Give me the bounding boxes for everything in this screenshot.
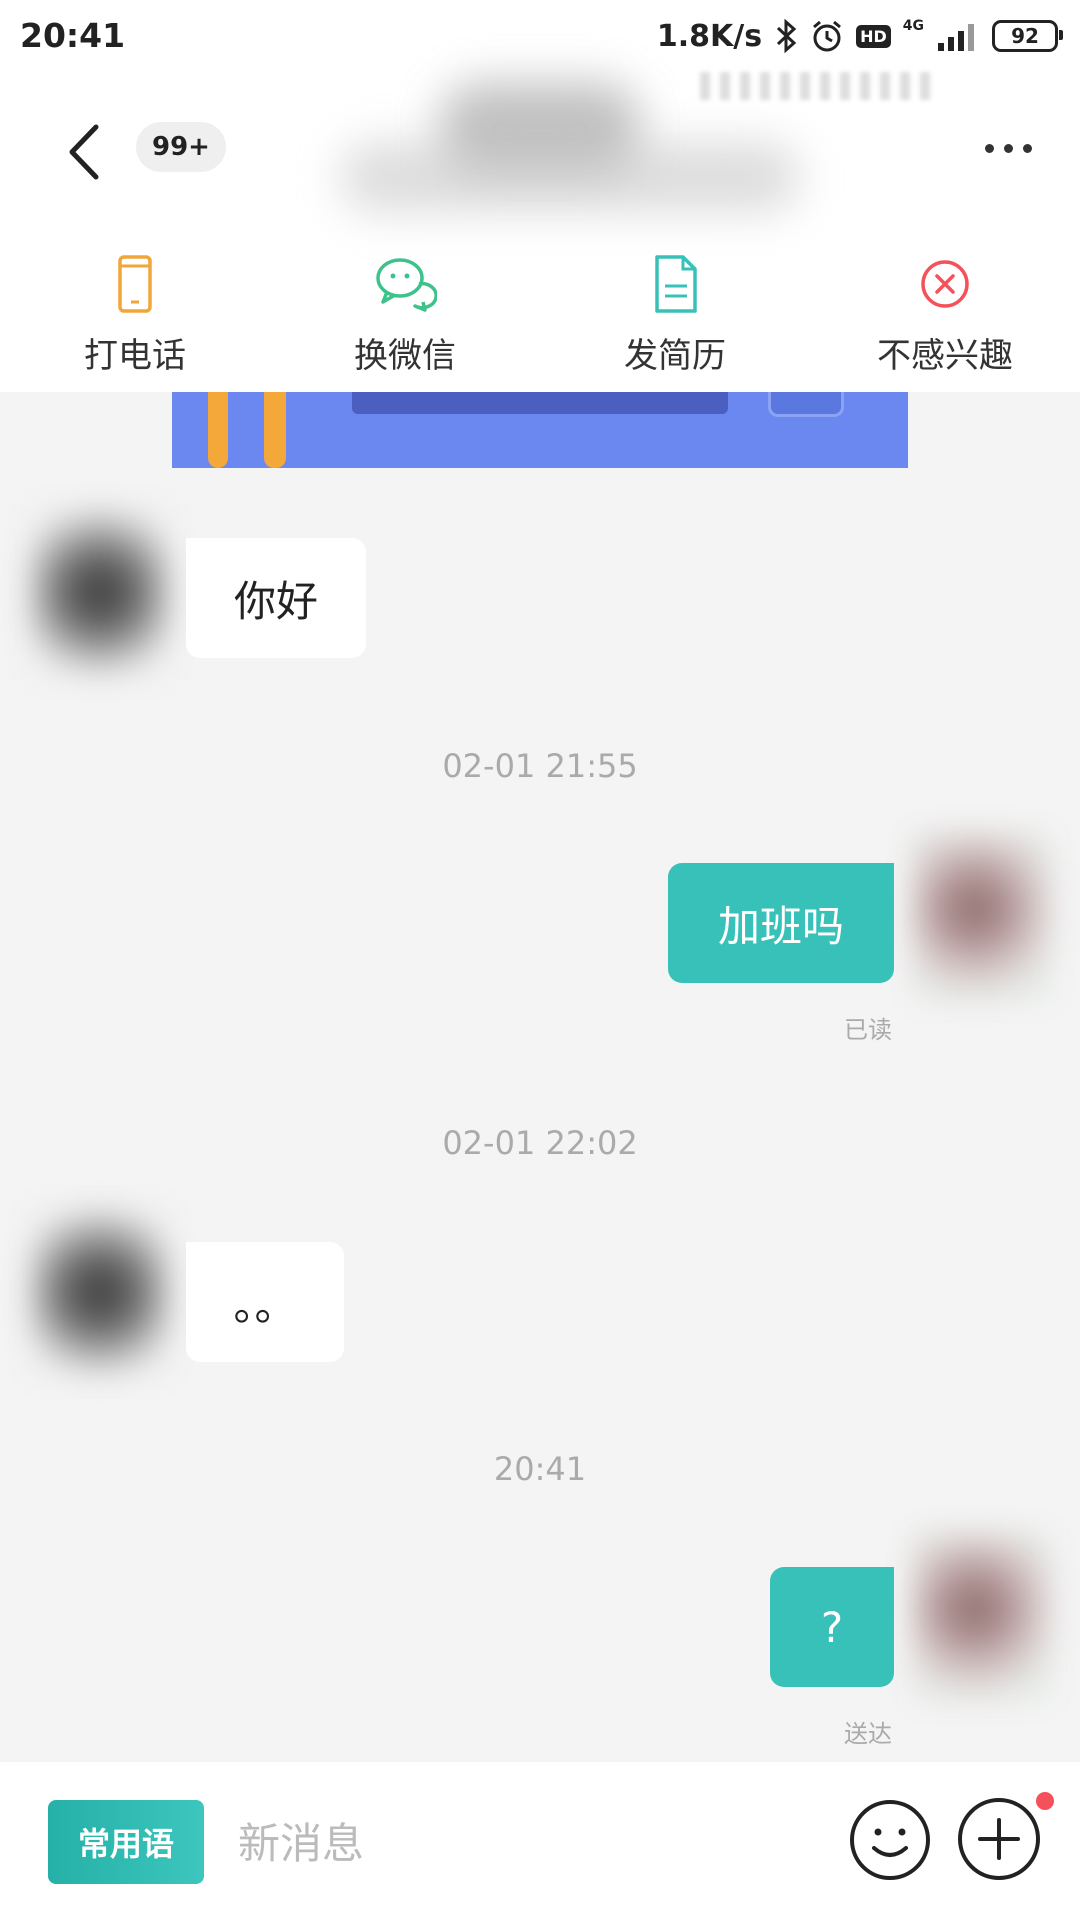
quick-actions: 打电话 换微信 发简历 不感兴趣 <box>0 242 1080 392</box>
chat-header: 99+ 打电话 换微信 发简历 不感兴趣 <box>0 72 1080 392</box>
status-time: 20:41 <box>20 16 126 55</box>
bluetooth-icon <box>777 19 797 53</box>
avatar[interactable] <box>30 507 170 677</box>
delivery-status: 送达 <box>844 1720 892 1748</box>
action-send-resume[interactable]: 发简历 <box>540 242 810 392</box>
action-not-interested[interactable]: 不感兴趣 <box>810 242 1080 392</box>
message-bubble-incoming[interactable]: 。。 <box>186 1242 344 1362</box>
emoji-icon[interactable] <box>848 1798 932 1882</box>
battery-level: 92 <box>1011 24 1039 48</box>
notification-dot <box>1036 1792 1054 1810</box>
signal-icon <box>938 24 974 51</box>
message-bubble-outgoing[interactable]: 加班吗 <box>668 863 894 983</box>
avatar[interactable] <box>30 1207 170 1377</box>
contact-name-blurred <box>260 72 940 242</box>
action-call-label: 打电话 <box>84 336 186 376</box>
message-list[interactable]: 你好 02-01 21:55 加班吗 已读 02-01 22:02 。。 20:… <box>0 392 1080 1762</box>
action-send-resume-label: 发简历 <box>624 336 726 376</box>
status-bar: 20:41 1.8K/s HD 4G 92 <box>0 0 1080 72</box>
not-interested-icon <box>921 260 969 308</box>
message-composer: 常用语 <box>0 1762 1080 1920</box>
message-timestamp: 20:41 <box>493 1450 587 1488</box>
plus-icon[interactable] <box>956 1796 1042 1882</box>
avatar[interactable] <box>912 832 1052 1002</box>
message-bubble-outgoing[interactable]: ? <box>770 1567 894 1687</box>
status-indicators: 1.8K/s HD 4G 92 <box>656 14 1063 58</box>
message-input[interactable] <box>236 1800 800 1886</box>
wechat-icon <box>376 258 437 312</box>
network-speed: 1.8K/s <box>656 18 763 54</box>
more-dot-icon <box>1023 144 1032 153</box>
read-status: 已读 <box>844 1016 892 1044</box>
action-exchange-wechat[interactable]: 换微信 <box>270 242 540 392</box>
back-icon[interactable] <box>60 117 110 187</box>
job-card-image[interactable] <box>172 392 908 468</box>
action-not-interested-label: 不感兴趣 <box>877 336 1013 376</box>
alarm-icon <box>813 20 842 52</box>
resume-icon <box>655 255 697 313</box>
avatar[interactable] <box>912 1532 1052 1702</box>
more-dot-icon <box>1004 144 1013 153</box>
more-dot-icon <box>985 144 994 153</box>
more-options-button[interactable] <box>985 144 1032 153</box>
common-phrases-button[interactable]: 常用语 <box>48 1800 204 1884</box>
network-type: 4G <box>902 18 924 34</box>
battery-icon: 92 <box>992 20 1063 52</box>
message-timestamp: 02-01 22:02 <box>442 1124 638 1162</box>
unread-count-badge[interactable]: 99+ <box>136 122 226 172</box>
hd-badge: HD <box>856 24 891 48</box>
phone-icon <box>118 255 152 313</box>
message-timestamp: 02-01 21:55 <box>442 747 638 785</box>
action-exchange-wechat-label: 换微信 <box>354 336 456 376</box>
message-bubble-incoming[interactable]: 你好 <box>186 538 366 658</box>
action-call[interactable]: 打电话 <box>0 242 270 392</box>
